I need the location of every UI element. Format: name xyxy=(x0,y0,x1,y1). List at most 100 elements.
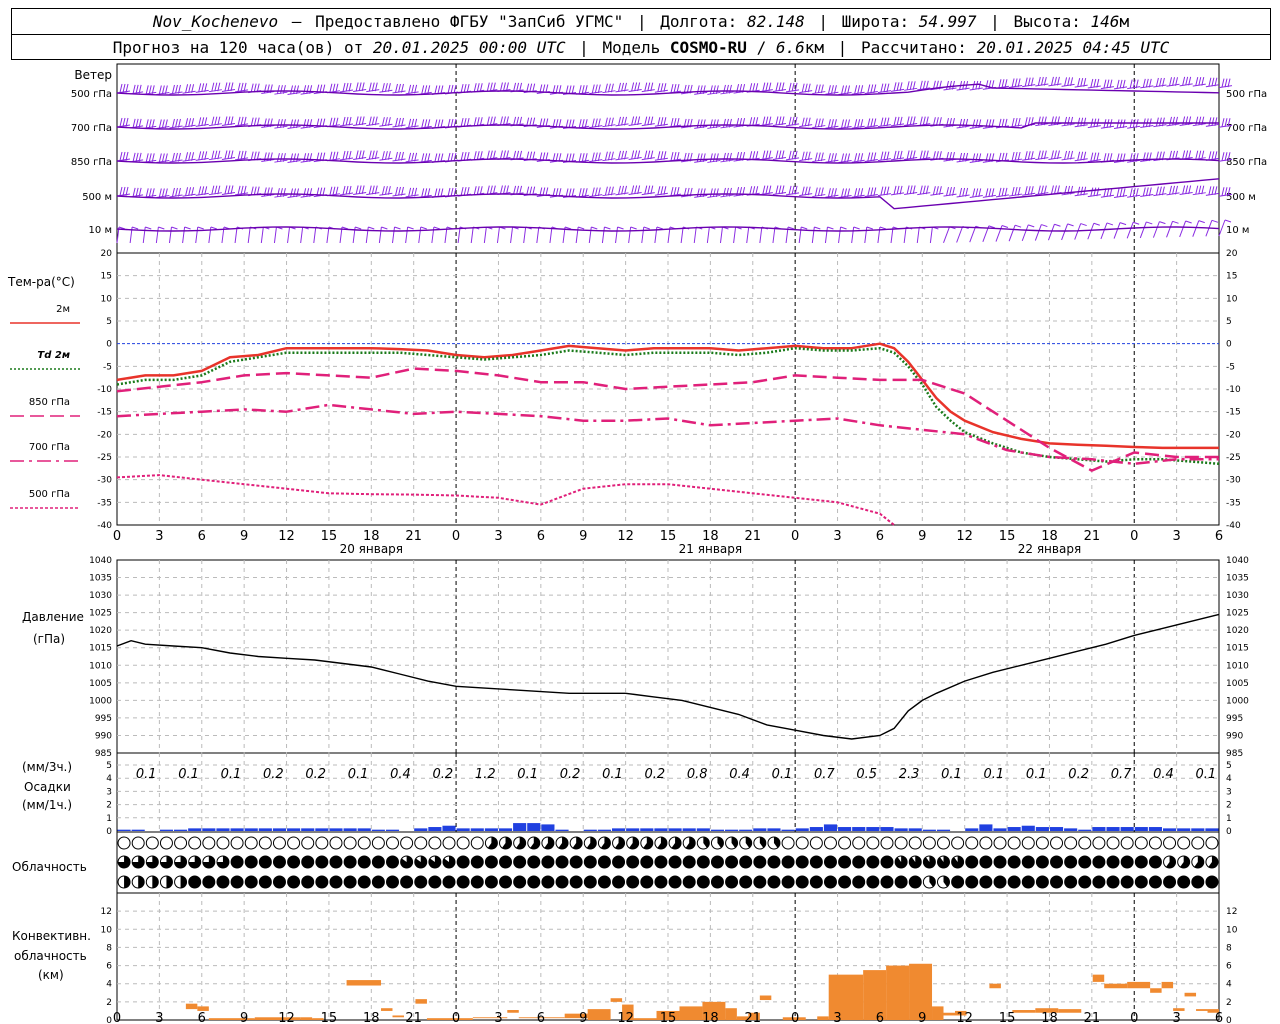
convective-bar xyxy=(346,980,382,986)
wind-barb xyxy=(1195,116,1199,126)
wind-barb xyxy=(896,150,900,160)
cloud-symbol-fill xyxy=(259,856,272,868)
cloud-symbol-fill xyxy=(1050,856,1063,868)
wind-barb xyxy=(214,82,218,92)
conv-ytick-right: 10 xyxy=(1226,925,1238,935)
x-tick-label-bottom: 3 xyxy=(833,1011,841,1024)
cloud-symbol-fill xyxy=(739,856,752,868)
wind-barb xyxy=(358,82,362,92)
convective-bar xyxy=(633,1018,657,1020)
wind-barb xyxy=(972,153,976,163)
cloud-symbol-fill xyxy=(259,876,272,888)
wind-barb xyxy=(1067,223,1074,227)
wind-barb xyxy=(460,118,464,127)
wind-barb xyxy=(132,84,136,94)
wind-barb xyxy=(985,80,989,89)
wind-barb xyxy=(198,151,202,160)
wind-barb xyxy=(621,185,625,195)
wind-barb xyxy=(851,226,855,244)
precip-ylabel: Осадки xyxy=(24,780,71,794)
wind-barb xyxy=(1192,220,1200,237)
wind-barb xyxy=(814,152,818,162)
cloud-symbol-fill xyxy=(358,856,371,868)
wind-barb xyxy=(368,82,372,92)
wind-barb xyxy=(1050,150,1054,160)
wind-barb xyxy=(1221,152,1225,161)
cloud-symbol-fill xyxy=(895,876,908,888)
wind-barb xyxy=(1185,185,1189,195)
wind-barb xyxy=(752,117,756,126)
wind-barb xyxy=(643,226,650,230)
wind-barb xyxy=(250,117,254,127)
precip-3h-total: 0.4 xyxy=(390,767,411,782)
precip-bar xyxy=(1106,827,1120,831)
x-tick-label: 15 xyxy=(321,529,338,544)
cloud-symbol xyxy=(1106,836,1120,850)
pressure-ytick-left: 1015 xyxy=(89,644,112,654)
wind-barb xyxy=(696,85,700,95)
wind-barb xyxy=(1139,221,1147,239)
wind-barb xyxy=(618,150,622,160)
cloud-symbol-fill xyxy=(810,856,823,868)
cloud-symbol xyxy=(866,836,880,850)
wind-barb xyxy=(214,116,218,126)
wind-barb xyxy=(660,151,664,160)
wind-barb xyxy=(1001,118,1005,128)
wind-barb xyxy=(486,185,490,195)
cloud-symbol-fill xyxy=(315,856,328,868)
wind-barb xyxy=(158,85,162,95)
wind-barb xyxy=(1106,222,1114,226)
wind-barb xyxy=(660,117,664,126)
cloud-symbol-fill xyxy=(358,876,371,888)
wind-barb xyxy=(276,119,280,128)
cloud-symbol xyxy=(159,836,173,850)
cloud-symbol-fill xyxy=(527,856,540,868)
convective-bar xyxy=(679,1006,703,1020)
pressure-ytick-right: 995 xyxy=(1226,714,1243,724)
cloud-symbol-fill xyxy=(697,856,710,868)
cloud-symbol xyxy=(272,836,286,850)
wind-barb xyxy=(408,152,412,162)
wind-barb xyxy=(791,185,795,195)
wind-barb xyxy=(516,116,520,126)
temp-ytick-right: 15 xyxy=(1226,272,1237,282)
cloud-symbol-fill xyxy=(824,856,837,868)
wind-barb xyxy=(489,185,493,195)
wind-barb xyxy=(293,188,297,198)
precip-bar xyxy=(498,828,513,831)
wind-barb xyxy=(145,153,149,163)
wind-barb xyxy=(998,79,1002,88)
wind-barb xyxy=(437,85,441,95)
wind-barb xyxy=(1067,150,1071,160)
wind-barb xyxy=(345,185,349,195)
wind-barb xyxy=(1040,185,1044,195)
wind-barb xyxy=(132,152,136,162)
wind-barb xyxy=(778,150,782,160)
convective-bar xyxy=(1196,1009,1208,1011)
conv-ylabel: Конвективн. xyxy=(12,929,91,943)
wind-barb xyxy=(240,185,244,195)
wind-barb xyxy=(234,226,238,244)
wind-barb xyxy=(365,226,369,244)
pressure-ytick-left: 985 xyxy=(95,749,112,759)
wind-barb xyxy=(604,226,611,230)
wind-barb xyxy=(1142,78,1146,88)
cloud-symbol xyxy=(823,836,837,850)
x-tick-label-bottom: 0 xyxy=(1130,1011,1138,1024)
cloud-symbol-fill xyxy=(1205,876,1218,888)
wind-barb xyxy=(929,226,933,244)
wind-barb xyxy=(591,84,595,94)
wind-barb xyxy=(673,83,677,93)
wind-barb xyxy=(1090,152,1094,162)
convective-bar xyxy=(932,1006,944,1020)
temp-ytick-left: -25 xyxy=(97,453,112,463)
wind-barb xyxy=(421,119,425,129)
wind-barb xyxy=(408,187,412,197)
wind-barb xyxy=(253,186,257,196)
x-tick-label-bottom: 18 xyxy=(363,1011,380,1024)
wind-barb xyxy=(161,85,165,95)
wind-barb xyxy=(778,185,782,195)
wind-barb xyxy=(775,116,779,126)
wind-barb xyxy=(342,116,346,126)
precip-bar xyxy=(414,828,428,831)
